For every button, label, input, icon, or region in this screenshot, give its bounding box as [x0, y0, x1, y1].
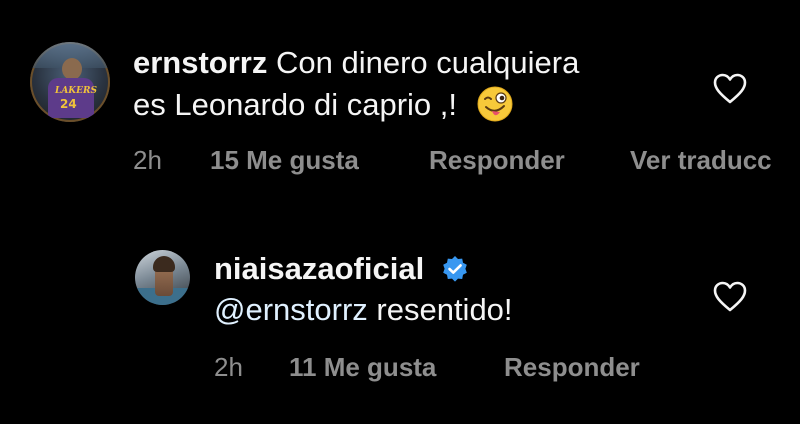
translate-button[interactable]: Ver traducc: [630, 145, 772, 176]
heart-icon[interactable]: [713, 73, 747, 105]
comment-time: 2h: [133, 145, 162, 175]
verified-badge-icon: [443, 255, 467, 282]
reply-button[interactable]: Responder: [504, 352, 640, 383]
mention-link[interactable]: @ernstorrz: [214, 292, 368, 327]
avatar-head: [62, 58, 82, 80]
avatar-hair: [153, 256, 175, 272]
reply-meta: 2h 11 Me gusta Responder: [214, 352, 774, 384]
comment-text-line1: Con dinero cualquiera: [276, 45, 580, 80]
likes-count[interactable]: 11 Me gusta: [289, 352, 436, 383]
comment-text-line2-row: es Leonardo di caprio ,!: [133, 86, 514, 124]
comment-username[interactable]: ernstorrz: [133, 45, 267, 80]
avatar-jersey-number: 24: [60, 97, 77, 111]
reply-username-row: niaisazaoficial: [214, 250, 469, 288]
avatar[interactable]: [135, 250, 190, 305]
avatar-jersey-text: LAKERS: [55, 86, 97, 96]
reply-button[interactable]: Responder: [429, 145, 565, 176]
avatar[interactable]: LAKERS 24: [30, 42, 110, 122]
reply-text-row: @ernstorrz resentido!: [214, 291, 513, 329]
comment-username[interactable]: niaisazaoficial: [214, 251, 424, 286]
likes-count[interactable]: 15 Me gusta: [210, 145, 359, 176]
comment-time: 2h: [214, 352, 243, 382]
reply-text: resentido!: [367, 292, 513, 327]
winking-face-with-tongue-emoji: [477, 86, 513, 122]
comment-meta: 2h 15 Me gusta Responder Ver traducc: [133, 145, 800, 177]
heart-icon[interactable]: [713, 281, 747, 313]
comment-text: ernstorrz Con dinero cualquiera: [133, 44, 579, 82]
comment-text-line2: es Leonardo di caprio ,!: [133, 87, 457, 122]
